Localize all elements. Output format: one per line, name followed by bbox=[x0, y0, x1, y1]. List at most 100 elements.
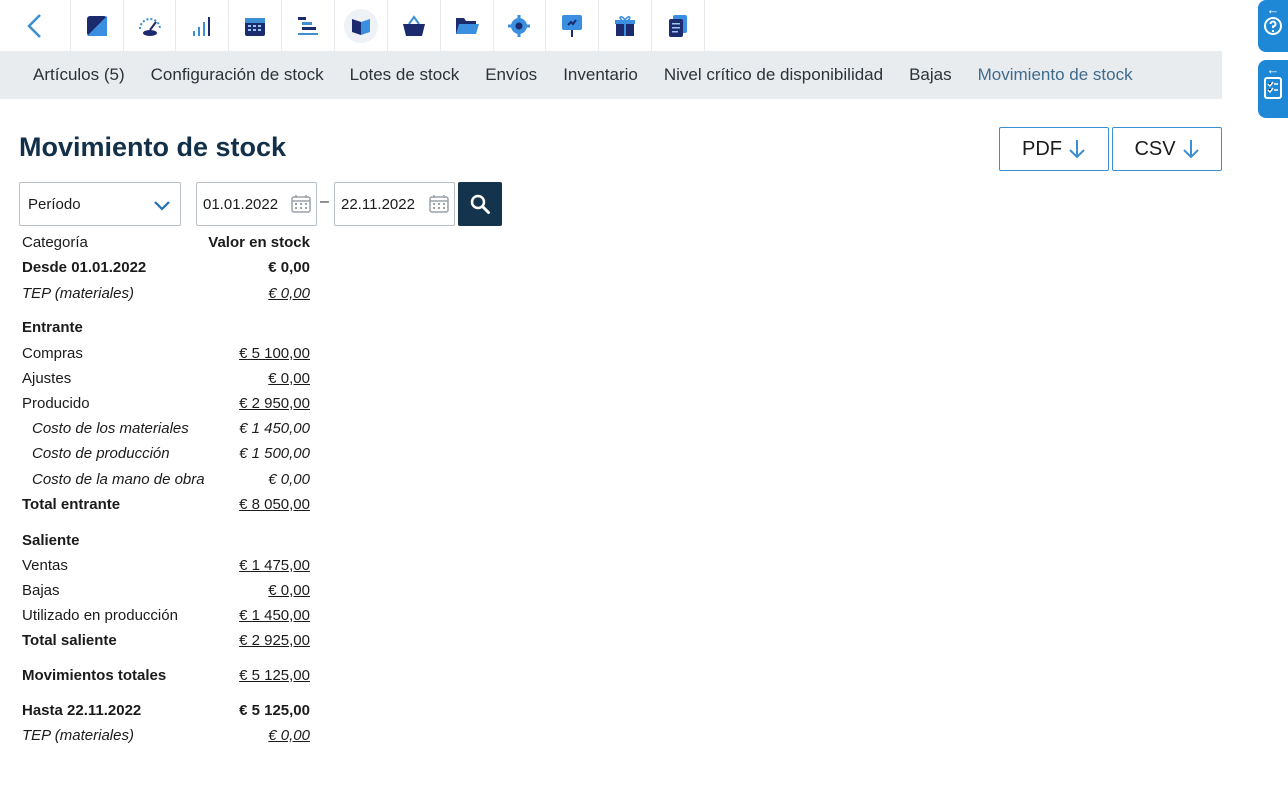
documents-button[interactable] bbox=[652, 0, 705, 51]
table-row-total-incoming: Total entrante € 8 050,00 bbox=[22, 493, 310, 515]
gift-icon bbox=[615, 15, 636, 36]
search-button[interactable] bbox=[458, 182, 502, 226]
signal-bars-icon bbox=[193, 16, 211, 36]
download-arrow-icon bbox=[1182, 140, 1199, 159]
checklist-icon bbox=[1264, 77, 1282, 99]
statistics-button[interactable] bbox=[176, 0, 230, 51]
row-label: Compras bbox=[22, 344, 83, 362]
row-label: Utilizado en producción bbox=[22, 606, 178, 624]
row-label: Bajas bbox=[22, 581, 60, 599]
help-circle-icon bbox=[1264, 17, 1282, 35]
download-csv-button[interactable]: CSV bbox=[1112, 127, 1222, 171]
help-side-tab[interactable]: ← bbox=[1258, 0, 1288, 52]
stock-button[interactable] bbox=[335, 0, 388, 51]
calendar-icon[interactable] bbox=[428, 194, 450, 214]
files-button[interactable] bbox=[441, 0, 494, 51]
folder-icon bbox=[455, 17, 479, 34]
dashboard-button[interactable] bbox=[71, 0, 124, 51]
chevron-down-icon bbox=[154, 201, 170, 211]
row-value: € 1 450,00 bbox=[239, 419, 310, 437]
book-icon bbox=[351, 18, 370, 35]
page-title: Movimiento de stock bbox=[19, 132, 287, 162]
row-value: € 0,00 bbox=[268, 470, 310, 488]
table-row-adjustments: Ajustes € 0,00 bbox=[22, 367, 310, 389]
table-header: Categoría Valor en stock bbox=[22, 231, 310, 253]
period-select[interactable]: Período bbox=[19, 182, 181, 226]
row-label: TEP (materiales) bbox=[22, 284, 134, 302]
row-value: € 1 500,00 bbox=[239, 444, 310, 462]
row-label: Total saliente bbox=[22, 631, 117, 649]
planning-button[interactable] bbox=[282, 0, 336, 51]
presentation-icon bbox=[562, 14, 583, 37]
row-value-link[interactable]: € 8 050,00 bbox=[239, 496, 310, 513]
table-row-sales: Ventas € 1 475,00 bbox=[22, 554, 310, 576]
tab-inventario[interactable]: Inventario bbox=[550, 65, 651, 85]
row-value: € 5 125,00 bbox=[239, 701, 310, 719]
tab-bajas[interactable]: Bajas bbox=[896, 65, 965, 85]
checklist-side-tab[interactable]: ← bbox=[1258, 60, 1288, 118]
tab-lotes-stock[interactable]: Lotes de stock bbox=[337, 65, 473, 85]
row-label: TEP (materiales) bbox=[22, 726, 134, 744]
tab-envios[interactable]: Envíos bbox=[472, 65, 550, 85]
row-value-link[interactable]: € 0,00 bbox=[268, 285, 310, 302]
date-to-value: 22.11.2022 bbox=[341, 195, 415, 213]
table-row-opening: Desde 01.01.2022 € 0,00 bbox=[22, 256, 310, 278]
section-heading-incoming: Entrante bbox=[22, 316, 310, 338]
date-from-field[interactable]: 01.01.2022 bbox=[196, 182, 317, 226]
tab-configuracion-stock[interactable]: Configuración de stock bbox=[138, 65, 337, 85]
row-label: Producido bbox=[22, 394, 90, 412]
arrow-left-icon: ← bbox=[1266, 62, 1280, 77]
table-row-material-cost: Costo de los materiales € 1 450,00 bbox=[22, 417, 310, 439]
table-row-labor-cost: Costo de la mano de obra € 0,00 bbox=[22, 468, 310, 490]
download-pdf-button[interactable]: PDF bbox=[999, 127, 1109, 171]
period-select-value: Período bbox=[28, 195, 81, 213]
row-label: Saliente bbox=[22, 531, 80, 549]
back-chevron-icon bbox=[27, 13, 41, 38]
presentation-button[interactable] bbox=[546, 0, 600, 51]
table-row-produced: Producido € 2 950,00 bbox=[22, 392, 310, 414]
row-value-link[interactable]: € 5 100,00 bbox=[239, 345, 310, 362]
row-label: Ventas bbox=[22, 556, 68, 574]
arrow-left-icon: ← bbox=[1266, 2, 1280, 17]
row-value: € 0,00 bbox=[268, 258, 310, 276]
table-row-total-movements: Movimientos totales € 5 125,00 bbox=[22, 664, 310, 686]
back-button[interactable] bbox=[0, 0, 71, 51]
row-label: Desde 01.01.2022 bbox=[22, 258, 147, 276]
row-value-link[interactable]: € 1 450,00 bbox=[239, 607, 310, 624]
table-row-wip-closing: TEP (materiales) € 0,00 bbox=[22, 724, 310, 746]
table-row-write-offs: Bajas € 0,00 bbox=[22, 579, 310, 601]
date-from-value: 01.01.2022 bbox=[203, 195, 279, 213]
row-value-link[interactable]: € 1 475,00 bbox=[239, 557, 310, 574]
row-value-link[interactable]: € 0,00 bbox=[268, 727, 310, 744]
download-arrow-icon bbox=[1069, 140, 1085, 159]
table-row-production-cost: Costo de producción € 1 500,00 bbox=[22, 442, 310, 464]
speedometer-button[interactable] bbox=[124, 0, 177, 51]
tab-nivel-critico[interactable]: Nivel crítico de disponibilidad bbox=[651, 65, 896, 85]
calendar-icon[interactable] bbox=[290, 194, 312, 214]
row-value-link[interactable]: € 0,00 bbox=[268, 582, 310, 599]
table-row-total-outgoing: Total saliente € 2 925,00 bbox=[22, 629, 310, 651]
row-label: Costo de producción bbox=[32, 444, 170, 462]
date-to-field[interactable]: 22.11.2022 bbox=[334, 182, 455, 226]
calendar-icon bbox=[245, 17, 266, 36]
row-value-link[interactable]: € 2 925,00 bbox=[239, 632, 310, 649]
row-value-link[interactable]: € 0,00 bbox=[268, 370, 310, 387]
dashboard-square-icon bbox=[86, 15, 107, 36]
settings-button[interactable] bbox=[494, 0, 547, 51]
tab-movimiento-stock[interactable]: Movimiento de stock bbox=[965, 65, 1146, 85]
row-value-link[interactable]: € 5 125,00 bbox=[239, 667, 310, 684]
sales-button[interactable] bbox=[388, 0, 441, 51]
pdf-label: PDF bbox=[1022, 137, 1062, 160]
table-row-used-in-production: Utilizado en producción € 1 450,00 bbox=[22, 604, 310, 626]
column-header-value: Valor en stock bbox=[208, 233, 310, 251]
row-value-link[interactable]: € 2 950,00 bbox=[239, 395, 310, 412]
row-label: Movimientos totales bbox=[22, 666, 167, 684]
date-range-separator: – bbox=[320, 193, 329, 210]
csv-label: CSV bbox=[1134, 137, 1176, 160]
app-toolbar bbox=[0, 0, 705, 51]
gifts-button[interactable] bbox=[599, 0, 653, 51]
basket-icon bbox=[402, 14, 425, 36]
tab-articulos[interactable]: Artículos (5) bbox=[20, 65, 138, 85]
table-row-purchases: Compras € 5 100,00 bbox=[22, 342, 310, 364]
calendar-button[interactable] bbox=[229, 0, 283, 51]
